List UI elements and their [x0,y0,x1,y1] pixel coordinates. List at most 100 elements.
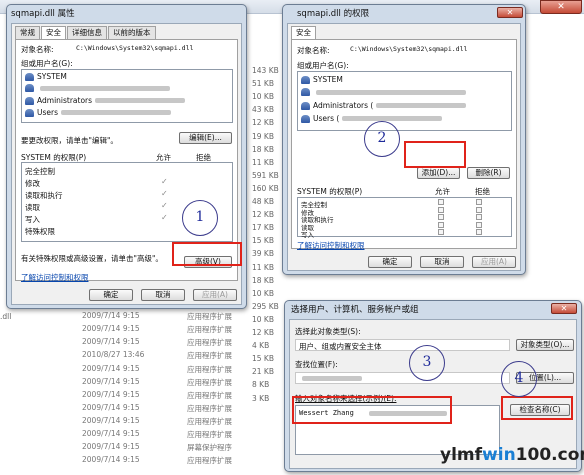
type-cell: 应用程序扩展 [187,390,232,400]
file-size: 160 KB [252,183,279,193]
close-button[interactable]: ✕ [497,7,523,18]
type-cell: 应用程序扩展 [187,377,232,387]
location-label: 查找位置(F): [295,360,338,369]
deny-checkbox[interactable] [476,214,482,221]
checkmark-icon: ✓ [161,177,168,186]
deny-checkbox[interactable] [476,221,482,228]
type-cell: 屏幕保护程序 [187,443,232,453]
apply-button[interactable]: 应用(A) [472,256,516,268]
allow-checkbox[interactable] [438,221,444,228]
highlight-add [404,141,466,168]
date-cell: 2009/7/14 9:15 [82,455,140,465]
type-cell: 应用程序扩展 [187,312,232,322]
deny-checkbox[interactable] [476,206,482,213]
permission-row: 完全控制 [25,167,55,176]
site-watermark: ylmfwin100.com [440,445,584,465]
object-type-field: 用户、组或内置安全主体 [295,339,510,351]
properties-window: sqmapi.dll 属性 常规 安全 详细信息 以前的版本 对象名称: C:\… [6,4,247,309]
file-size: 18 KB [252,275,274,285]
permission-row: 读取和执行 [25,191,63,200]
deny-checkbox[interactable] [476,229,482,236]
learn-access-control-link[interactable]: 了解访问控制和权限 [297,240,365,251]
permissions-tabs: 安全 [291,26,317,40]
permissions-list[interactable]: 完全控制 修改 读取和执行 读取 写入 [297,197,512,239]
object-type-label: 选择此对象类型(S): [295,327,361,336]
edit-button[interactable]: 编辑(E)... [179,132,232,144]
file-size: 10 KB [252,288,274,298]
user-list[interactable]: SYSTEM Administrators ( Users ( [297,71,512,131]
list-item[interactable]: Users ( [301,114,443,123]
list-item[interactable]: SYSTEM [301,75,343,84]
tab-general[interactable]: 常规 [15,26,40,39]
redacted-text [302,376,362,381]
close-button[interactable]: ✕ [551,303,577,314]
close-icon: ✕ [506,8,514,17]
tab-previous-versions[interactable]: 以前的版本 [108,26,156,39]
tab-details[interactable]: 详细信息 [67,26,107,39]
list-item[interactable]: Administrators ( [301,101,467,110]
list-item[interactable]: SYSTEM [25,72,67,81]
user-list[interactable]: SYSTEM Administrators Users [21,69,233,123]
close-icon: ✕ [560,304,568,313]
add-button[interactable]: 添加(D)... [417,167,460,179]
step-4-marker: 4 [501,361,537,397]
list-item[interactable] [25,84,170,92]
type-cell: 应用程序扩展 [187,416,232,426]
type-cell: 应用程序扩展 [187,351,232,361]
redacted-text [95,98,186,103]
ok-button[interactable]: 确定 [89,289,133,301]
change-hint: 要更改权限，请单击"编辑"。 [21,136,118,145]
deny-checkbox[interactable] [476,199,482,205]
apply-button[interactable]: 应用(A) [193,289,237,301]
permission-row: 读取 [25,203,40,212]
type-cell: 应用程序扩展 [187,403,232,413]
file-size: 11 KB [252,157,274,167]
file-size: 19 KB [252,131,274,141]
tab-security[interactable]: 安全 [291,26,316,40]
type-cell: 应用程序扩展 [187,338,232,348]
remove-button[interactable]: 删除(R) [467,167,510,179]
highlight-object-name [292,396,452,424]
cancel-button[interactable]: 取消 [420,256,464,268]
allow-header: 允许 [435,187,450,196]
allow-checkbox[interactable] [438,229,444,236]
file-size: 51 KB [252,79,274,89]
list-item[interactable]: Administrators [25,96,186,105]
file-size: 12 KB [252,210,274,220]
explorer-close-button[interactable]: ✕ [540,0,582,14]
object-types-button[interactable]: 对象类型(O)... [516,339,574,351]
date-cell: 2010/8/27 13:46 [82,350,145,360]
location-field [295,372,510,384]
ok-button[interactable]: 确定 [368,256,412,268]
redacted-text [61,110,172,115]
cancel-button[interactable]: 取消 [141,289,185,301]
learn-access-control-link[interactable]: 了解访问控制和权限 [21,272,89,283]
file-size: 43 KB [252,105,274,115]
allow-checkbox[interactable] [438,199,444,205]
step-2-marker: 2 [364,121,400,157]
checkmark-icon: ✓ [161,213,168,222]
user-group-icon [301,101,310,110]
date-cell: 2009/7/14 9:15 [82,363,140,373]
date-cell: 2009/7/14 9:15 [82,311,140,321]
highlight-check-names [501,396,573,420]
window-title: sqmapi.dll 的权限 [297,9,370,19]
date-cell: 2009/7/14 9:15 [82,376,140,386]
user-icon [25,84,34,92]
allow-checkbox[interactable] [438,214,444,221]
list-item[interactable] [301,88,466,96]
file-size: 18 KB [252,144,274,154]
type-cell: 应用程序扩展 [187,456,232,466]
file-size: 591 KB [252,170,279,180]
special-hint: 有关特殊权限或高级设置，请单击"高级"。 [21,254,163,263]
list-item[interactable]: Users [25,108,172,117]
highlight-advanced [172,242,242,266]
object-name-label: 对象名称: [297,46,330,55]
allow-checkbox[interactable] [438,206,444,213]
permission-row: 特殊权限 [25,227,55,236]
file-size: 12 KB [252,118,274,128]
object-name-value: C:\Windows\System32\sqmapi.dll [76,44,194,52]
checkmark-icon: ✓ [161,201,168,210]
file-size: 48 KB [252,197,274,206]
tab-security[interactable]: 安全 [41,26,66,40]
